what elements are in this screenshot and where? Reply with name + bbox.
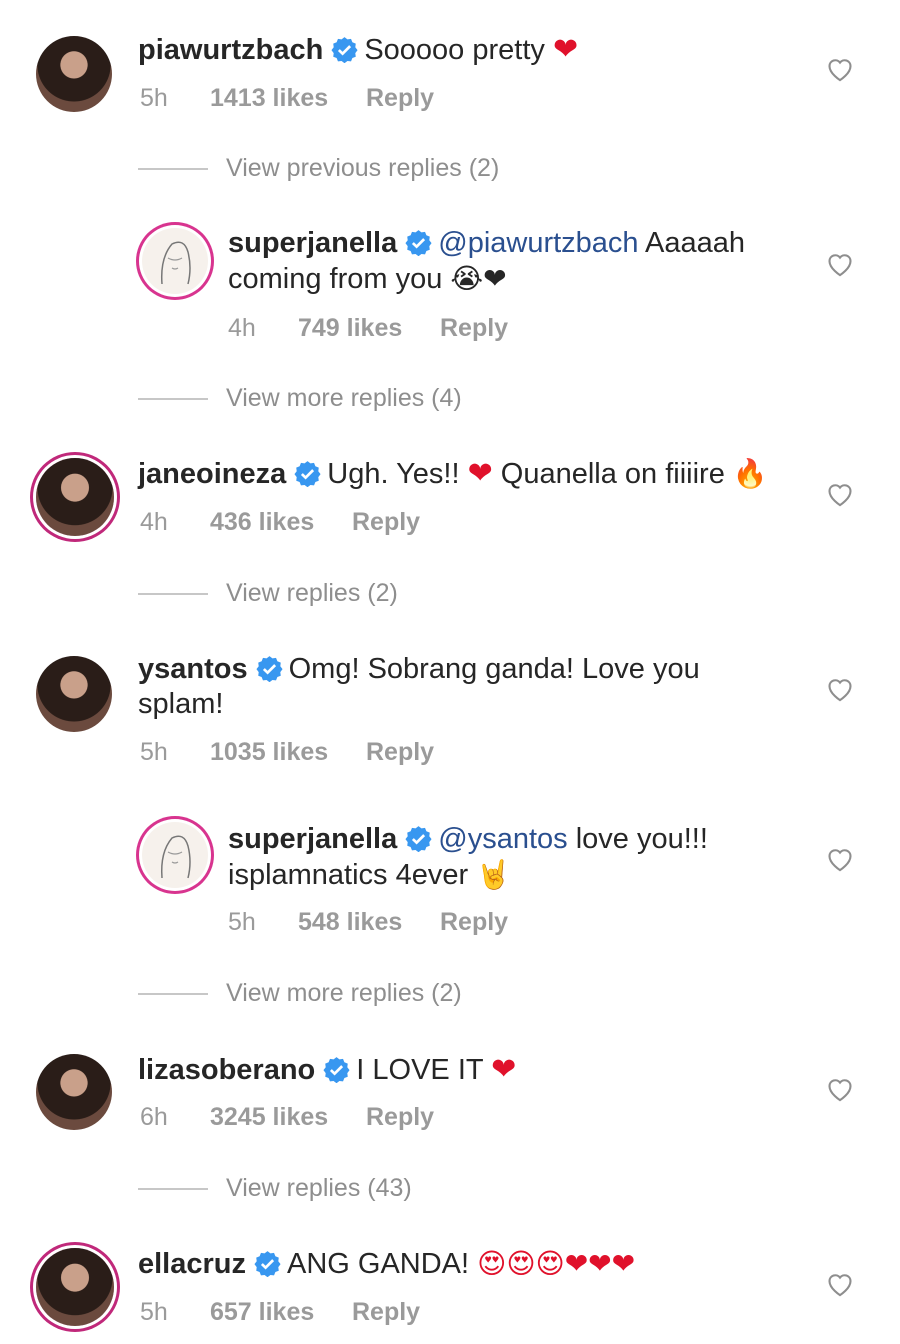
timestamp: 5h [140,1298,168,1326]
heart-outline-icon[interactable] [826,846,854,872]
likes-count[interactable]: 657 likes [210,1298,352,1327]
comment-meta: 4h 436 likes Reply [140,508,420,537]
reply-button[interactable]: Reply [352,508,420,537]
heart-outline-icon[interactable] [826,1076,854,1102]
avatar-ellacruz[interactable] [36,1248,114,1326]
divider [138,398,208,401]
timestamp: 5h [140,84,168,112]
view-replies-label: View more replies (4) [226,384,462,412]
timestamp: 6h [140,1103,168,1131]
username[interactable]: superjanella [228,227,397,259]
avatar-piawurtzbach[interactable] [36,36,112,112]
reply-button[interactable]: Reply [352,1298,420,1327]
comment-meta: 6h 3245 likes Reply [140,1103,434,1132]
comment-meta: 4h 749 likes Reply [228,314,508,343]
username[interactable]: piawurtzbach [138,34,323,66]
mention-link[interactable]: @piawurtzbach [438,227,638,259]
comment-text-2: Quanella on fiiiire [500,458,725,490]
verified-badge-icon [405,826,432,852]
comment-meta: 5h 1413 likes Reply [140,84,434,113]
view-replies-button[interactable]: View replies (2) [138,579,398,608]
avatar-lizasoberano[interactable] [36,1054,112,1130]
view-replies-label: View previous replies (2) [226,154,500,182]
heart-outline-icon[interactable] [826,1271,854,1297]
timestamp: 4h [228,314,256,342]
view-more-replies-button[interactable]: View more replies (4) [138,384,462,413]
verified-badge-icon [294,461,321,487]
avatar-superjanella[interactable] [142,228,208,294]
username[interactable]: ellacruz [138,1248,246,1280]
comment-text: Ugh. Yes!! [327,458,460,490]
avatar-ysantos[interactable] [36,656,112,732]
timestamp: 5h [140,738,168,766]
view-replies-label: View more replies (2) [226,979,462,1007]
comment-meta: 5h 657 likes Reply [140,1298,420,1327]
divider [138,1188,208,1191]
heart-outline-icon[interactable] [826,676,854,702]
view-replies-label: View replies (2) [226,579,398,607]
view-replies-button[interactable]: View replies (43) [138,1174,412,1203]
mention-link[interactable]: @ysantos [438,823,567,855]
view-replies-label: View replies (43) [226,1174,412,1202]
verified-badge-icon [256,656,283,682]
likes-count[interactable]: 3245 likes [210,1103,366,1132]
username[interactable]: ysantos [138,653,248,685]
heart-emoji: ❤ [491,1053,517,1086]
reply-button[interactable]: Reply [440,908,508,937]
verified-badge-icon [254,1251,281,1277]
heart-outline-icon[interactable] [826,56,854,82]
reply-button[interactable]: Reply [366,738,434,767]
heart-outline-icon[interactable] [826,481,854,507]
timestamp: 4h [140,508,168,536]
divider [138,593,208,596]
username[interactable]: lizasoberano [138,1054,315,1086]
username[interactable]: superjanella [228,823,397,855]
username[interactable]: janeoineza [138,458,286,490]
verified-badge-icon [405,230,432,256]
fire-emoji: 🔥 [732,458,768,489]
heart-outline-icon[interactable] [826,251,854,277]
emoji: 😭❤ [450,263,507,294]
reply-button[interactable]: Reply [366,84,434,113]
sketch-portrait-icon [160,241,191,285]
emoji: 😍😍😍❤❤❤ [477,1248,636,1279]
avatar-janeoineza[interactable] [36,458,114,536]
reply-button[interactable]: Reply [366,1103,434,1132]
likes-count[interactable]: 436 likes [210,508,352,537]
likes-count[interactable]: 1413 likes [210,84,366,113]
view-previous-replies-button[interactable]: View previous replies (2) [138,154,499,183]
emoji: 🤘 [476,859,512,890]
comment-text: ANG GANDA! [287,1248,470,1280]
verified-badge-icon [323,1057,350,1083]
comment-meta: 5h 1035 likes Reply [140,738,434,767]
comment-meta: 5h 548 likes Reply [228,908,508,937]
timestamp: 5h [228,908,256,936]
view-more-replies-button[interactable]: View more replies (2) [138,979,462,1008]
heart-emoji: ❤ [467,457,493,490]
comment-text: Sooooo pretty [364,34,545,66]
avatar-superjanella[interactable] [142,822,208,888]
likes-count[interactable]: 749 likes [298,314,440,343]
sketch-portrait-icon [160,835,191,879]
comment-text: I LOVE IT [356,1054,484,1086]
verified-badge-icon [331,37,358,63]
likes-count[interactable]: 548 likes [298,908,440,937]
divider [138,993,208,996]
divider [138,168,208,171]
likes-count[interactable]: 1035 likes [210,738,366,767]
heart-emoji: ❤ [552,33,579,66]
reply-button[interactable]: Reply [440,314,508,343]
